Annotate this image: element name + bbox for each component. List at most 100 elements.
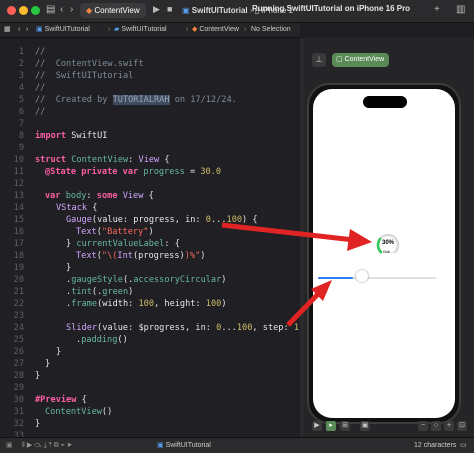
character-count: 12 characters — [414, 442, 457, 449]
line-number: 9 — [18, 143, 24, 153]
live-mode-icon[interactable]: ▶ — [312, 421, 322, 431]
stop-icon[interactable]: ■ — [167, 4, 172, 14]
line-number: 5 — [18, 95, 24, 105]
iphone-screen: 30% Batt... — [313, 89, 455, 418]
line-number: 21 — [13, 287, 24, 297]
project-icon: ▣ — [36, 26, 43, 33]
slider-thumb[interactable] — [356, 270, 368, 282]
preview-chip-label: ContentView — [344, 56, 385, 63]
line-number: 31 — [13, 407, 24, 417]
app-target-icon: ▣ — [182, 6, 190, 15]
selectable-mode-icon[interactable]: ▸ — [326, 421, 336, 431]
line-number: 23 — [13, 311, 24, 321]
line-number: 1 — [18, 47, 24, 57]
code-line: var body: some View { — [45, 191, 154, 201]
code-line: } — [66, 263, 72, 273]
code-line: .tint(.green) — [66, 287, 134, 297]
breadcrumb-group[interactable]: ▰ SwiftUITutorial — [114, 23, 167, 37]
line-number: 11 — [13, 167, 24, 177]
code-line: Text("\(Int(progress))%") — [76, 251, 206, 261]
back-chevron-icon[interactable]: ‹ — [60, 4, 63, 15]
sidebar-toggle-icon[interactable]: ▤ — [46, 4, 55, 15]
line-number: 24 — [13, 323, 24, 333]
line-number: 13 — [13, 191, 24, 201]
line-number: 25 — [13, 335, 24, 345]
code-line: // — [35, 107, 46, 117]
debug-bar-icons[interactable]: ‖ ▶ ⤼ ⤓ ⤒ ⧉ ⌖ ➤ — [22, 438, 72, 453]
code-line: Slider(value: $progress, in: 0...100, st… — [66, 323, 300, 333]
pin-icon[interactable]: ⊥ — [312, 53, 326, 67]
inspector-toggle-icon[interactable]: ▥ — [456, 4, 465, 15]
breadcrumb-file[interactable]: ◆ ContentView — [192, 23, 239, 37]
variants-icon[interactable]: ⊞ — [340, 421, 350, 431]
tab-contentview-label: ContentView — [94, 6, 140, 15]
canvas-toolbar: ▶ ▸ ⊞ ▣ − ○ + ⊡ — [304, 419, 474, 435]
code-line: // ContentView.swift — [35, 59, 144, 69]
code-line: import SwiftUI — [35, 131, 108, 141]
line-number: 28 — [13, 371, 24, 381]
line-number: 17 — [13, 239, 24, 249]
code-line: .padding() — [76, 335, 128, 345]
add-icon[interactable]: + — [434, 4, 440, 15]
line-number: 19 — [13, 263, 24, 273]
minimize-window-button[interactable] — [19, 6, 28, 15]
code-line: // — [35, 83, 46, 93]
code-editor[interactable]: 1 // 2 // ContentView.swift 3 // SwiftUITut… — [0, 38, 300, 437]
preview-canvas: ⊥ ▢ ContentView 30% Batt... ▶ ▸ ⊞ ▣ − ○ … — [304, 38, 474, 437]
zoom-fit-icon[interactable]: ⊡ — [457, 421, 467, 431]
code-line: .frame(width: 100, height: 100) — [66, 299, 227, 309]
redacted-author: TUTORIALRAH — [112, 95, 170, 105]
status-scheme[interactable]: ▣ SwiftUITutorial — [157, 438, 211, 453]
inspector-panel-icon[interactable]: ▭ — [460, 438, 467, 453]
status-bar: ▣ ‖ ▶ ⤼ ⤓ ⤒ ⧉ ⌖ ➤ ▣ SwiftUITutorial 12 c… — [0, 437, 474, 453]
line-number: 29 — [13, 383, 24, 393]
zoom-actual-icon[interactable]: ○ — [431, 421, 441, 431]
swift-file-icon: ◆ — [86, 6, 93, 15]
gauge-battery-label: Batt... — [383, 250, 393, 254]
line-number: 32 — [13, 419, 24, 429]
device-settings-icon[interactable]: ▣ — [360, 421, 370, 431]
dynamic-island — [363, 96, 407, 108]
swift-file-icon: ◆ — [192, 26, 198, 33]
zoom-out-icon[interactable]: − — [418, 421, 428, 431]
progress-slider[interactable] — [318, 277, 436, 279]
preview-icon: ▢ — [336, 56, 343, 63]
line-number: 10 — [13, 155, 24, 165]
forward-chevron-icon[interactable]: › — [70, 4, 73, 15]
breadcrumb-selection[interactable]: No Selection — [251, 23, 291, 37]
line-number: 7 — [18, 119, 24, 129]
tab-contentview[interactable]: ◆ ContentView — [80, 3, 146, 18]
scheme-project-label: SwiftUITutorial — [191, 6, 248, 15]
forward-chevron-icon[interactable]: › — [26, 23, 28, 37]
zoom-in-icon[interactable]: + — [444, 421, 454, 431]
line-number: 3 — [18, 71, 24, 81]
code-line: } — [35, 419, 41, 429]
line-number: 20 — [13, 275, 24, 285]
back-chevron-icon[interactable]: ‹ — [18, 23, 20, 37]
preview-selector-chip[interactable]: ▢ ContentView — [332, 53, 390, 67]
close-window-button[interactable] — [7, 6, 16, 15]
line-number: 18 — [13, 251, 24, 261]
line-number: 33 — [13, 431, 24, 437]
line-number: 26 — [13, 347, 24, 357]
code-line: Text("Battery") — [76, 227, 154, 237]
code-line: @State private var progress = 30.0 — [45, 167, 222, 177]
run-status-dot-icon: ▣ — [6, 442, 13, 449]
code-line: Gauge(value: progress, in: 0...100) { — [66, 215, 258, 225]
line-number: 2 — [18, 59, 24, 69]
iphone-frame: 30% Batt... — [307, 83, 461, 424]
code-line: } currentValueLabel: { — [66, 239, 180, 249]
code-line: } — [45, 359, 51, 369]
code-line: } — [35, 371, 41, 381]
code-line: struct ContentView: View { — [35, 155, 170, 165]
app-target-icon: ▣ — [157, 442, 164, 449]
grid-icon[interactable]: ▦ — [4, 23, 11, 37]
zoom-window-button[interactable] — [31, 6, 40, 15]
code-line: VStack { — [56, 203, 98, 213]
run-play-icon[interactable]: ▶ — [153, 4, 160, 15]
gauge-value-label: 30% — [381, 240, 394, 246]
line-number: 12 — [13, 179, 24, 189]
breadcrumb-project[interactable]: ▣ SwiftUITutorial — [36, 23, 90, 37]
line-number: 6 — [18, 107, 24, 117]
line-number: 4 — [18, 83, 24, 93]
